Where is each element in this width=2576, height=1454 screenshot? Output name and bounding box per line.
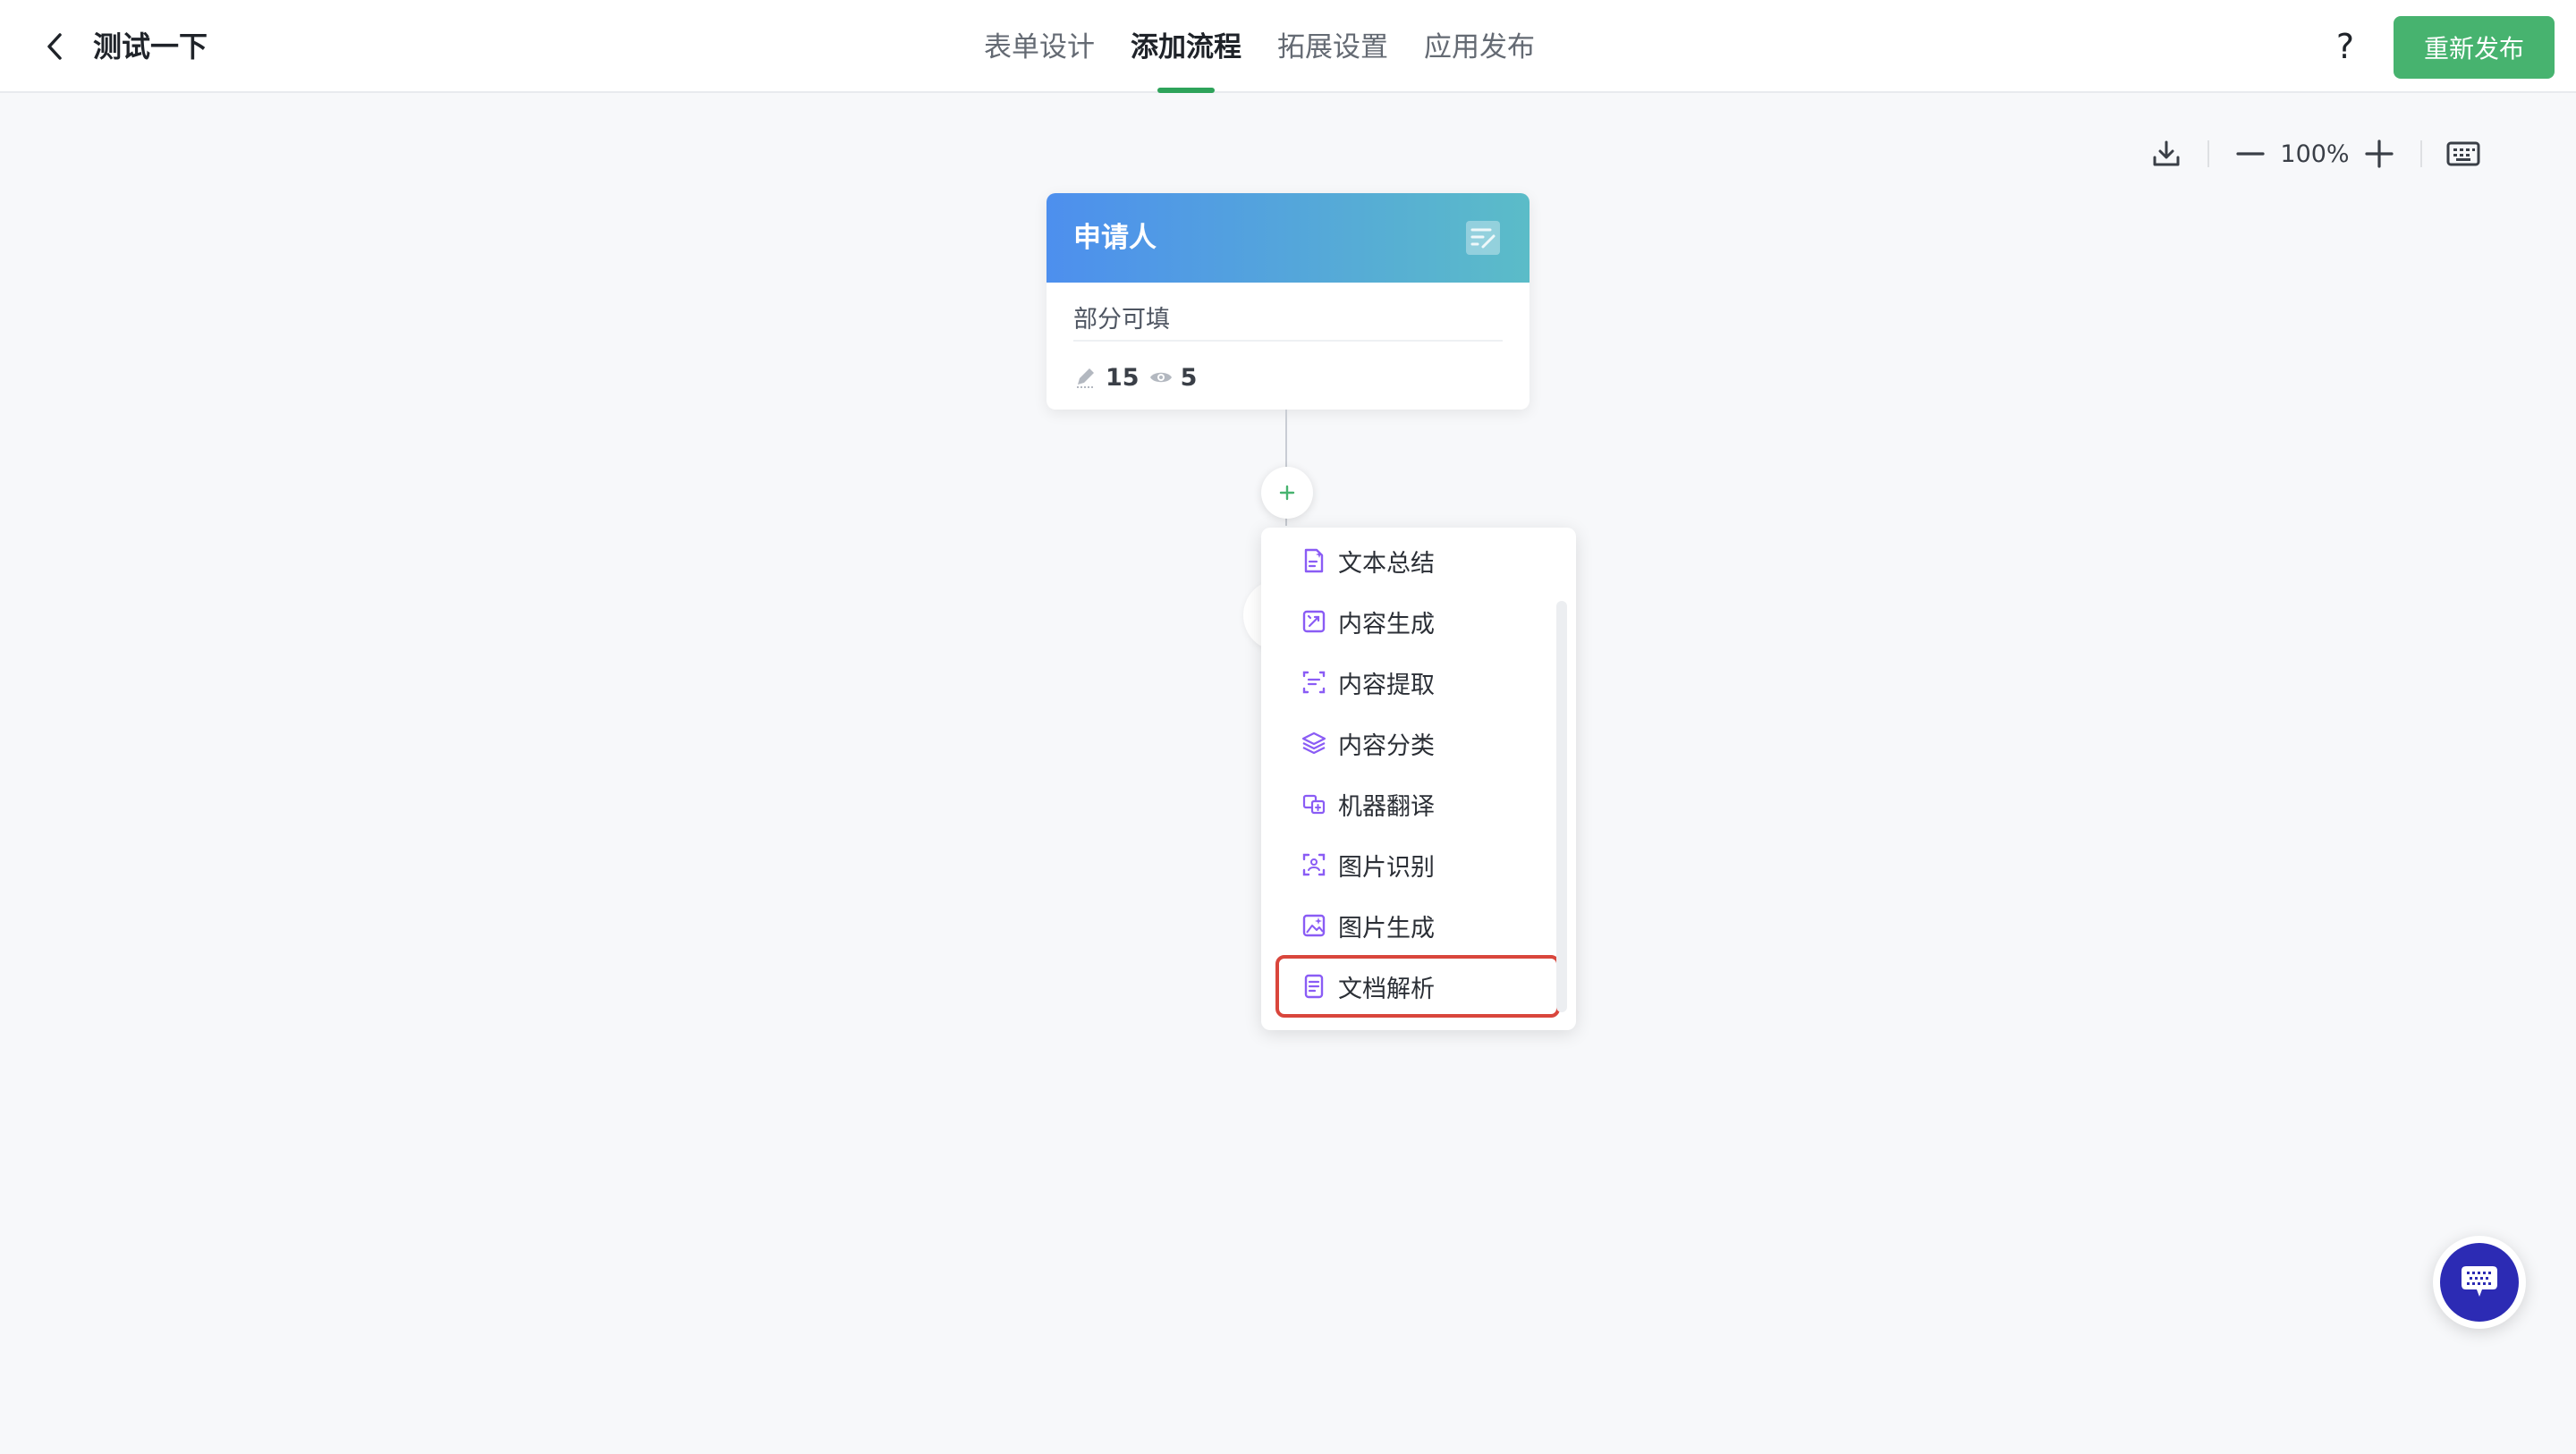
download-icon[interactable] bbox=[2145, 132, 2188, 175]
node-subtitle: 部分可填 bbox=[1073, 306, 1170, 334]
top-bar: 测试一下 表单设计 添加流程 拓展设置 应用发布 ? 重新发布 bbox=[0, 0, 2576, 93]
applicant-node[interactable]: 申请人 部分可填 15 5 bbox=[1046, 193, 1530, 410]
ai-node-menu: 文本总结 内容生成 内容提取 内容分类 机器翻译 图片识别 图片生成 文档解析 bbox=[1261, 528, 1576, 1030]
layers-icon bbox=[1299, 728, 1329, 758]
menu-scrollbar[interactable] bbox=[1556, 601, 1567, 1012]
menu-item-label: 内容生成 bbox=[1338, 610, 1435, 638]
menu-item-image-generate[interactable]: 图片生成 bbox=[1279, 898, 1556, 953]
menu-item-label: 文本总结 bbox=[1338, 549, 1435, 578]
add-node-button[interactable] bbox=[1261, 467, 1313, 519]
image-generate-icon bbox=[1299, 910, 1329, 941]
tab-bar: 表单设计 添加流程 拓展设置 应用发布 bbox=[984, 0, 1535, 93]
back-arrow-icon[interactable] bbox=[36, 27, 75, 66]
document-parse-icon bbox=[1299, 971, 1329, 1002]
tab-app-publish[interactable]: 应用发布 bbox=[1424, 0, 1535, 93]
tab-add-flow[interactable]: 添加流程 bbox=[1131, 0, 1241, 93]
content-extract-icon bbox=[1299, 667, 1329, 697]
plus-icon bbox=[1279, 485, 1295, 501]
canvas-toolbar: 100% bbox=[2145, 131, 2485, 177]
zoom-in-icon[interactable] bbox=[2358, 132, 2401, 175]
text-summary-icon bbox=[1299, 545, 1329, 576]
keyboard-icon[interactable] bbox=[2442, 132, 2485, 175]
tab-form-design[interactable]: 表单设计 bbox=[984, 0, 1095, 93]
view-count: 5 bbox=[1180, 363, 1198, 392]
app-title: 测试一下 bbox=[93, 30, 208, 63]
menu-item-label: 图片识别 bbox=[1338, 853, 1435, 882]
assistant-badge[interactable] bbox=[2433, 1236, 2526, 1329]
menu-item-machine-translate[interactable]: 机器翻译 bbox=[1279, 776, 1556, 832]
republish-button[interactable]: 重新发布 bbox=[2394, 16, 2555, 79]
eye-icon bbox=[1148, 365, 1174, 390]
menu-item-label: 文档解析 bbox=[1338, 975, 1435, 1003]
zoom-out-icon[interactable] bbox=[2229, 132, 2272, 175]
menu-item-label: 内容提取 bbox=[1338, 671, 1435, 699]
help-icon[interactable]: ? bbox=[2326, 23, 2365, 70]
toolbar-divider bbox=[2420, 140, 2422, 167]
menu-item-image-recognition[interactable]: 图片识别 bbox=[1279, 837, 1556, 892]
menu-item-document-parse[interactable]: 文档解析 bbox=[1275, 955, 1560, 1018]
pencil-icon bbox=[1073, 365, 1098, 390]
form-edit-icon bbox=[1463, 218, 1503, 258]
node-stats: 15 5 bbox=[1073, 359, 1197, 395]
toolbar-divider bbox=[2207, 140, 2209, 167]
content-generate-icon bbox=[1299, 606, 1329, 637]
node-header[interactable]: 申请人 bbox=[1046, 193, 1530, 283]
menu-item-text-summary[interactable]: 文本总结 bbox=[1279, 533, 1556, 588]
menu-item-content-extract[interactable]: 内容提取 bbox=[1279, 655, 1556, 710]
node-title: 申请人 bbox=[1073, 222, 1157, 254]
tab-extension-settings[interactable]: 拓展设置 bbox=[1277, 0, 1388, 93]
zoom-level: 100% bbox=[2280, 139, 2350, 168]
menu-item-label: 机器翻译 bbox=[1338, 792, 1435, 821]
menu-item-content-classify[interactable]: 内容分类 bbox=[1279, 715, 1556, 771]
menu-item-label: 图片生成 bbox=[1338, 914, 1435, 943]
edit-count: 15 bbox=[1106, 363, 1140, 392]
menu-item-content-generate[interactable]: 内容生成 bbox=[1279, 594, 1556, 649]
image-scan-icon bbox=[1299, 850, 1329, 880]
node-divider bbox=[1073, 340, 1503, 342]
assistant-icon bbox=[2440, 1243, 2519, 1322]
menu-item-label: 内容分类 bbox=[1338, 731, 1435, 760]
translate-icon bbox=[1299, 789, 1329, 819]
